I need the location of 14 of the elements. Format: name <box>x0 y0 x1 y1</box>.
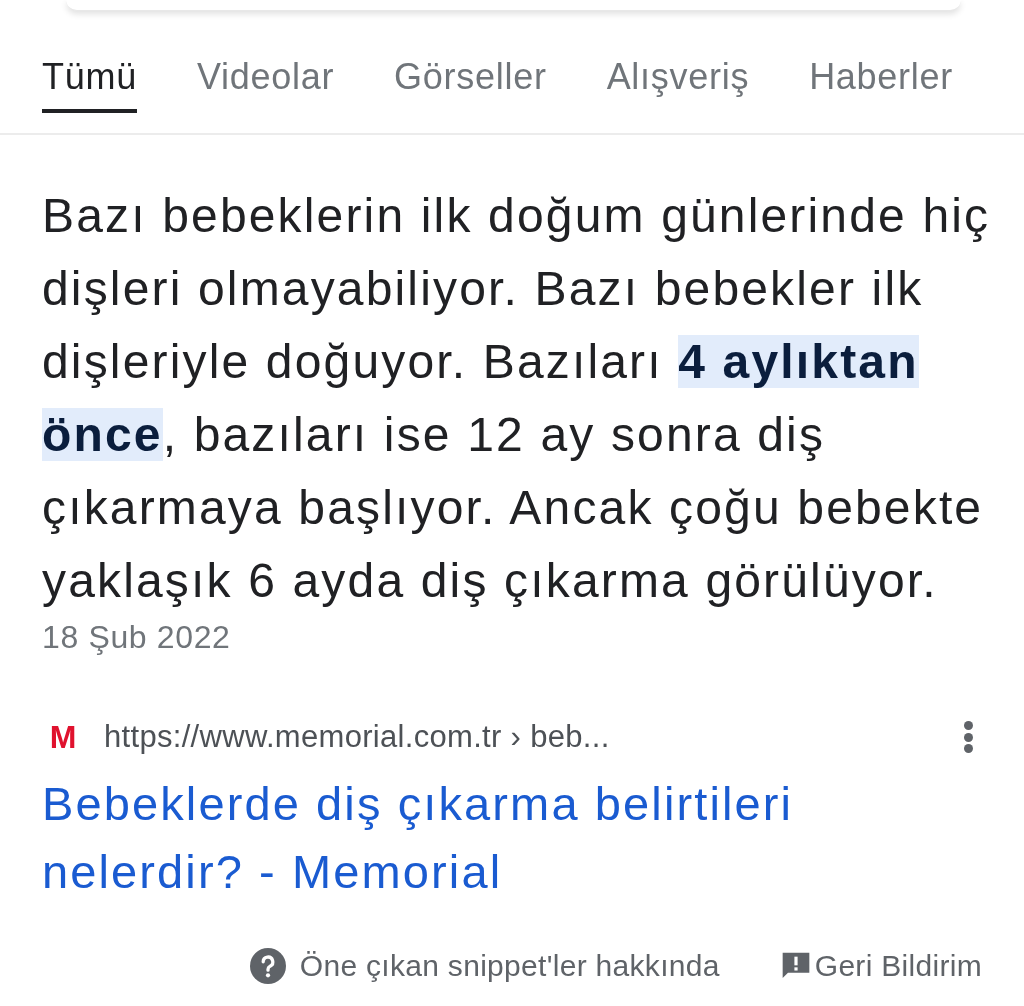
more-options-icon[interactable] <box>962 721 974 753</box>
snippet-text: Bazı bebeklerin ilk doğum günlerinde hiç dişleri olmayabiliyor. Bazı bebekler ilk dişleriyle doğuyor. Bazıları 4 aylıktan önce, bazıları ise 12 ay sonra diş çıkarmaya başlıyor. Ancak çoğu bebekte yaklaşık 6 ayda diş çıkarma görülüyor. <box>42 188 992 609</box>
result-title-link[interactable]: Bebeklerde diş çıkarma belirtileri nelerdir? - Memorial <box>42 770 942 906</box>
snippet-date: 18 Şub 2022 <box>42 618 231 657</box>
tab[interactable]: Haberler <box>809 55 953 113</box>
about-snippets-link[interactable]: Öne çıkan snippet'ler hakkında <box>299 947 720 985</box>
tab[interactable]: Videolar <box>196 55 335 113</box>
site-logo: M <box>48 720 78 754</box>
tab[interactable]: Tümü <box>42 55 137 113</box>
source-url[interactable]: https://www.memorial.com.tr › beb... <box>104 718 610 756</box>
help-icon[interactable] <box>249 948 286 984</box>
tab[interactable]: Alışveriş <box>606 55 750 113</box>
feedback-link[interactable]: Geri Bildirim <box>814 947 982 985</box>
tab[interactable]: Görseller <box>394 55 547 113</box>
